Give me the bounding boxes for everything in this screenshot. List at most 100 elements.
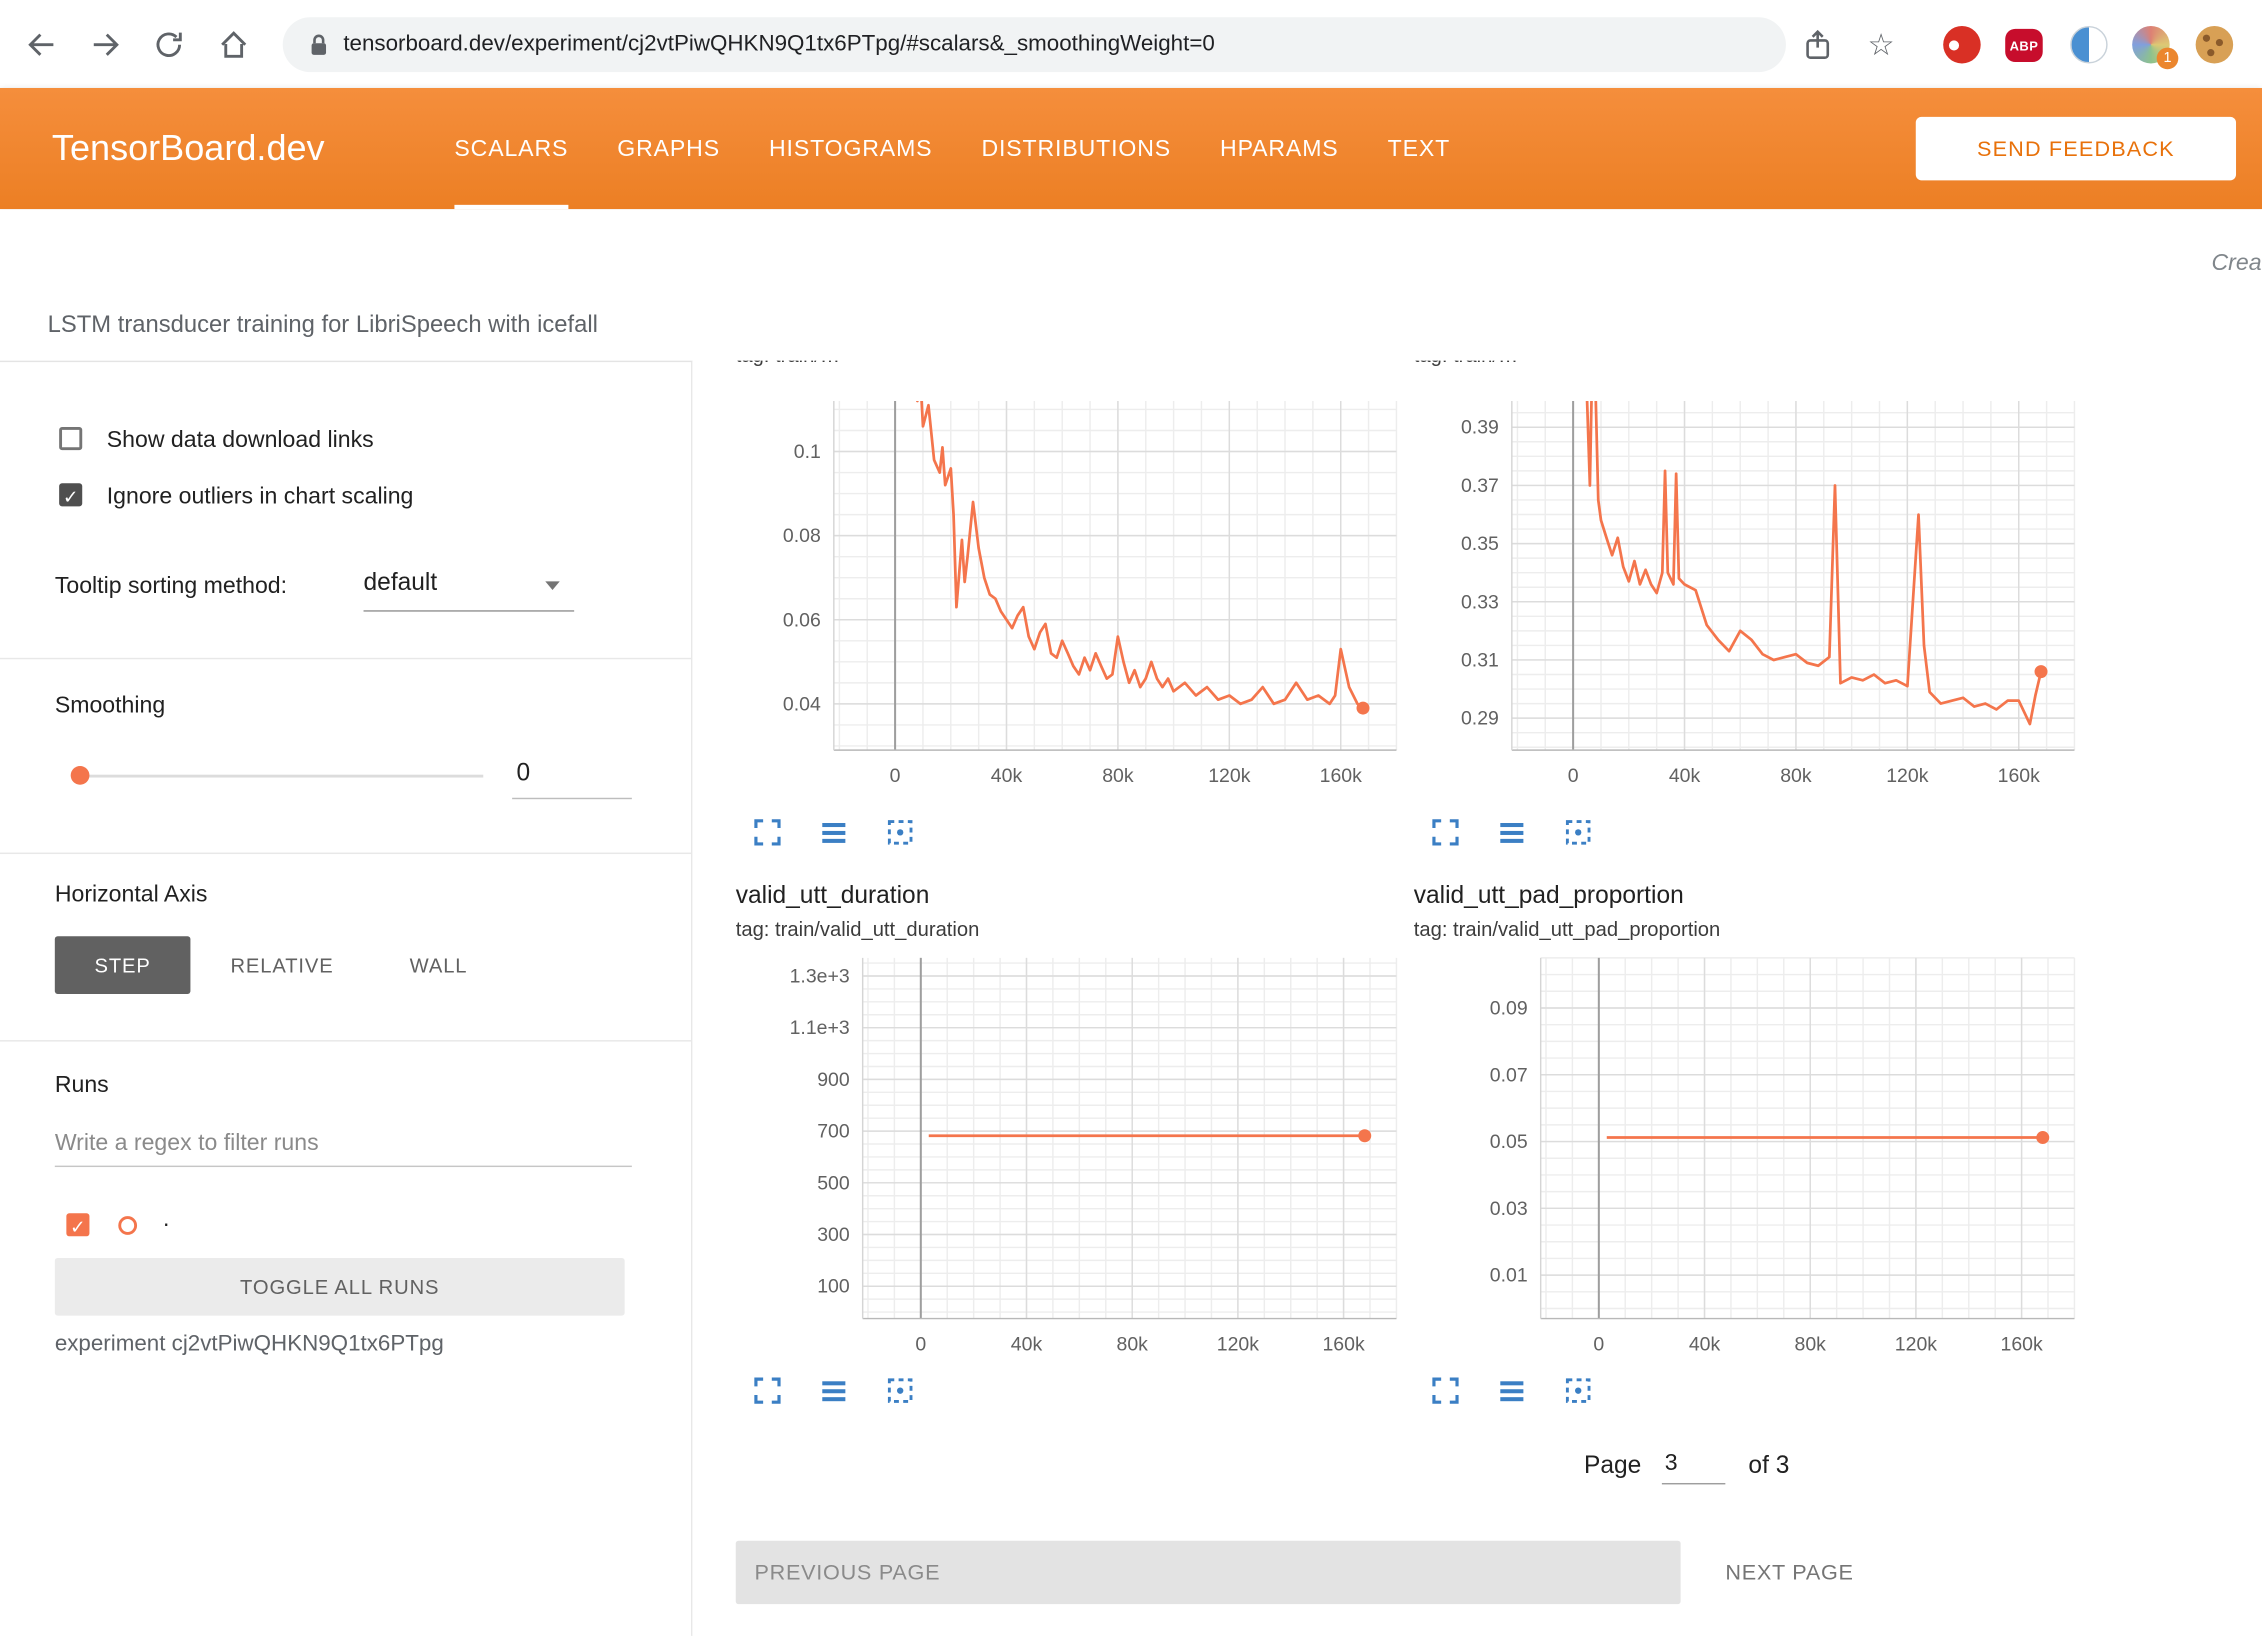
runs-label: Runs (55, 1073, 109, 1099)
toggle-all-runs-button[interactable]: TOGGLE ALL RUNS (55, 1258, 625, 1316)
svg-text:300: 300 (817, 1224, 850, 1246)
svg-text:0.06: 0.06 (783, 609, 821, 631)
svg-text:160k: 160k (1322, 1333, 1364, 1355)
run-label: . (163, 1207, 169, 1233)
svg-text:160k: 160k (2001, 1333, 2043, 1355)
chart-clipped-header: tag: train/… (1414, 361, 1518, 367)
extension-badge: 1 (2157, 48, 2179, 70)
chart-title: valid_utt_pad_proportion (1414, 881, 1684, 910)
expand-chart-icon[interactable] (750, 815, 785, 850)
home-icon[interactable] (212, 23, 255, 66)
log-scale-icon[interactable] (1495, 1373, 1530, 1408)
run-checkbox[interactable]: ✓ (66, 1213, 89, 1236)
axis-wall-button[interactable]: WALL (381, 936, 496, 994)
tab-hparams[interactable]: HPARAMS (1220, 88, 1338, 209)
chart-tag: tag: train/valid_utt_pad_proportion (1414, 917, 1721, 940)
svg-text:700: 700 (817, 1121, 850, 1143)
expand-chart-icon[interactable] (1428, 1373, 1463, 1408)
svg-text:0.08: 0.08 (783, 525, 821, 547)
ignore-outliers-label: Ignore outliers in chart scaling (107, 485, 414, 511)
app-header: TensorBoard.dev SCALARS GRAPHS HISTOGRAM… (0, 88, 2262, 209)
smoothing-value-underline (512, 798, 632, 799)
chevron-down-icon[interactable] (545, 581, 559, 590)
log-scale-icon[interactable] (817, 815, 852, 850)
svg-text:0: 0 (915, 1333, 926, 1355)
svg-text:80k: 80k (1795, 1333, 1827, 1355)
svg-text:0.33: 0.33 (1461, 591, 1499, 613)
next-page-button[interactable]: NEXT PAGE (1717, 1541, 1948, 1604)
log-scale-icon[interactable] (1495, 815, 1530, 850)
svg-text:0: 0 (1568, 765, 1579, 787)
svg-text:40k: 40k (991, 765, 1023, 787)
svg-text:100: 100 (817, 1276, 850, 1298)
svg-text:0.07: 0.07 (1490, 1064, 1528, 1086)
cookie-icon[interactable] (2196, 26, 2234, 64)
fit-data-icon[interactable] (1561, 1373, 1596, 1408)
smoothing-value-field[interactable]: 0 (516, 759, 530, 788)
svg-text:120k: 120k (1208, 765, 1250, 787)
share-icon[interactable] (1796, 23, 1839, 66)
svg-text:500: 500 (817, 1172, 850, 1194)
extension-abp-icon[interactable]: ABP (2005, 29, 2043, 62)
smoothing-slider-track[interactable] (79, 775, 483, 778)
scalar-chart-canvas[interactable]: 040k80k120k160k1003005007009001.1e+31.3e… (736, 955, 1411, 1365)
axis-step-button[interactable]: STEP (55, 936, 191, 994)
extension-blue-icon[interactable] (2070, 26, 2108, 64)
run-color-indicator[interactable] (118, 1216, 137, 1235)
page-total-label: of 3 (1748, 1451, 1789, 1480)
page-label: Page (1584, 1451, 1641, 1480)
page-number-input[interactable] (1662, 1451, 1725, 1484)
tab-histograms[interactable]: HISTOGRAMS (769, 88, 932, 209)
show-download-links-checkbox[interactable] (59, 427, 82, 450)
svg-text:0: 0 (890, 765, 901, 787)
ignore-outliers-checkbox[interactable]: ✓ (59, 483, 82, 506)
svg-text:120k: 120k (1895, 1333, 1937, 1355)
tooltip-sorting-dropdown[interactable]: default (364, 568, 438, 597)
scalar-chart-canvas[interactable]: 040k80k120k160k0.010.030.050.070.09 (1414, 955, 2089, 1365)
bookmark-star-icon[interactable]: ☆ (1860, 23, 1903, 66)
forward-icon[interactable] (84, 23, 127, 66)
url-bar[interactable]: tensorboard.dev/experiment/cj2vtPiwQHKN9… (283, 17, 1786, 72)
app-brand: TensorBoard.dev (52, 88, 325, 209)
log-scale-icon[interactable] (817, 1373, 852, 1408)
fit-data-icon[interactable] (883, 1373, 918, 1408)
runs-filter-input[interactable] (55, 1131, 632, 1167)
previous-page-button[interactable]: PREVIOUS PAGE (736, 1541, 1681, 1604)
chart-toolbar (1428, 815, 1595, 850)
chart-toolbar (1428, 1373, 1595, 1408)
svg-text:40k: 40k (1011, 1333, 1043, 1355)
smoothing-slider-thumb[interactable] (71, 766, 90, 785)
scalar-chart-canvas[interactable]: 040k80k120k160k0.040.060.080.1 (736, 398, 1411, 796)
tab-text[interactable]: TEXT (1388, 88, 1450, 209)
fit-data-icon[interactable] (883, 815, 918, 850)
horizontal-axis-label: Horizontal Axis (55, 883, 208, 909)
divider (0, 1040, 691, 1041)
reload-icon[interactable] (147, 23, 190, 66)
settings-sidebar: Show data download links ✓ Ignore outlie… (0, 361, 692, 1636)
svg-text:0.05: 0.05 (1490, 1131, 1528, 1153)
svg-text:0.31: 0.31 (1461, 649, 1499, 671)
svg-text:0.1: 0.1 (794, 441, 821, 463)
back-icon[interactable] (20, 23, 63, 66)
fit-data-icon[interactable] (1561, 815, 1596, 850)
chart-tag: tag: train/valid_utt_duration (736, 917, 980, 940)
svg-text:80k: 80k (1102, 765, 1134, 787)
tab-distributions[interactable]: DISTRIBUTIONS (981, 88, 1171, 209)
browser-toolbar: tensorboard.dev/experiment/cj2vtPiwQHKN9… (0, 0, 2262, 88)
tab-graphs[interactable]: GRAPHS (617, 88, 720, 209)
scalar-chart-canvas[interactable]: 040k80k120k160k0.290.310.330.350.370.39 (1414, 398, 2089, 796)
svg-text:0.03: 0.03 (1490, 1198, 1528, 1220)
lock-icon (309, 33, 329, 56)
axis-relative-button[interactable]: RELATIVE (214, 936, 351, 994)
svg-text:0: 0 (1593, 1333, 1604, 1355)
send-feedback-button[interactable]: SEND FEEDBACK (1916, 117, 2236, 180)
expand-chart-icon[interactable] (750, 1373, 785, 1408)
chart-toolbar (750, 1373, 917, 1408)
extension-blocker-icon[interactable] (1943, 26, 1981, 64)
svg-text:0.35: 0.35 (1461, 533, 1499, 555)
expand-chart-icon[interactable] (1428, 815, 1463, 850)
svg-text:40k: 40k (1669, 765, 1701, 787)
extension-profile-icon[interactable]: 1 (2132, 26, 2170, 64)
svg-text:0.04: 0.04 (783, 693, 821, 715)
tab-scalars[interactable]: SCALARS (454, 88, 568, 209)
